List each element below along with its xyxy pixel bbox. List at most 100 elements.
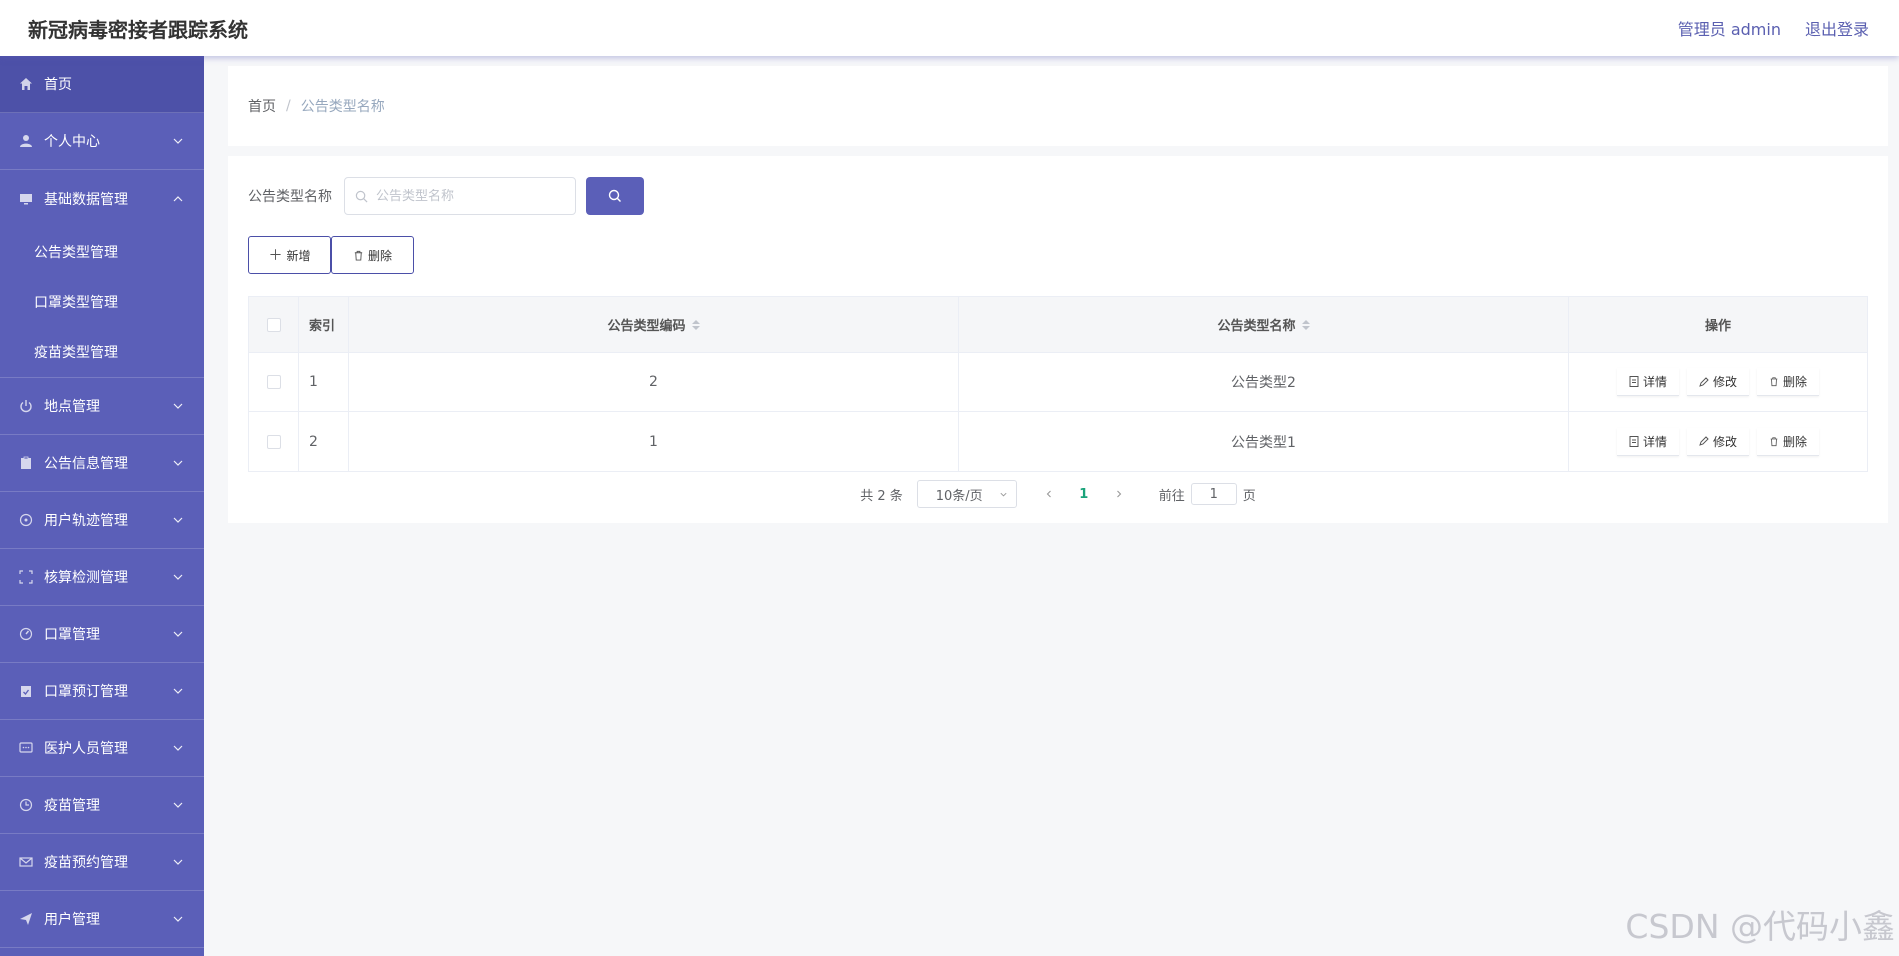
toolbar: ＋ 新增 删除 [248, 236, 414, 274]
sidebar-item-label: 口罩预订管理 [44, 684, 128, 700]
chevron-down-icon [173, 403, 183, 409]
next-page-button[interactable] [1105, 480, 1133, 508]
header-cell-select [249, 297, 299, 352]
delete-button-label: 删除 [367, 248, 392, 263]
sidebar-item-label: 个人中心 [44, 134, 100, 150]
select-all-checkbox[interactable] [266, 317, 281, 332]
trash-icon [1770, 377, 1778, 387]
header-label: 公告类型名称 [1217, 319, 1296, 334]
sidebar-subitem-mask-type[interactable]: 口罩类型管理 [0, 277, 204, 327]
sidebar-item-vaccine[interactable]: 疫苗管理 [0, 777, 204, 834]
clipboard-check-icon [18, 683, 34, 699]
chevron-down-icon [173, 859, 183, 865]
monitor-icon [18, 191, 34, 207]
cell-code: 1 [349, 412, 959, 471]
delete-button[interactable]: 删除 [1757, 368, 1820, 396]
breadcrumb-separator: / [286, 98, 291, 114]
edit-icon [1699, 376, 1709, 387]
breadcrumb-home[interactable]: 首页 [248, 96, 276, 116]
delete-button[interactable]: 删除 [1757, 427, 1820, 456]
cell-ops: 详情 修改 删除 [1569, 412, 1867, 471]
chevron-down-icon [173, 802, 183, 808]
trash-icon [1770, 436, 1778, 446]
paper-plane-icon [18, 911, 34, 927]
chevron-down-icon [173, 517, 183, 523]
header-cell-name[interactable]: 公告类型名称 [959, 297, 1569, 352]
search-form: 公告类型名称 [248, 176, 644, 216]
sidebar-item-label: 首页 [44, 77, 72, 93]
logout-link[interactable]: 退出登录 [1805, 16, 1869, 40]
page-number-current[interactable]: 1 [1069, 487, 1099, 502]
sidebar: 首页 个人中心 基础数据管理 公告类型管理 口罩类型管理 疫苗类型管理 地点管理… [0, 56, 204, 956]
add-button[interactable]: ＋ 新增 [248, 236, 331, 274]
search-label: 公告类型名称 [248, 189, 332, 205]
header-cell-code[interactable]: 公告类型编码 [349, 297, 959, 352]
sidebar-item-basic-data[interactable]: 基础数据管理 [0, 170, 204, 227]
chevron-right-icon [1116, 490, 1122, 498]
breadcrumb-current: 公告类型名称 [300, 99, 385, 115]
chevron-down-icon [173, 574, 183, 580]
home-icon [18, 76, 34, 92]
sidebar-item-label: 医护人员管理 [44, 741, 128, 757]
sidebar-item-users[interactable]: 用户管理 [0, 891, 204, 948]
cell-index: 2 [299, 412, 349, 471]
edit-label: 修改 [1712, 434, 1737, 449]
sidebar-item-location[interactable]: 地点管理 [0, 378, 204, 435]
sidebar-item-test[interactable]: 核算检测管理 [0, 549, 204, 606]
search-input[interactable] [376, 188, 566, 204]
sidebar-item-profile[interactable]: 个人中心 [0, 113, 204, 170]
detail-button[interactable]: 详情 [1616, 427, 1679, 456]
row-checkbox[interactable] [266, 375, 281, 389]
edit-button[interactable]: 修改 [1686, 427, 1749, 456]
sidebar-item-home[interactable]: 首页 [0, 56, 204, 113]
delete-label: 删除 [1783, 434, 1808, 449]
sidebar-item-label: 公告信息管理 [44, 456, 128, 472]
cell-select [249, 412, 299, 471]
goto-page-input[interactable] [1190, 483, 1237, 505]
fullscreen-icon [18, 569, 34, 585]
sidebar-subitem-notice-type[interactable]: 公告类型管理 [0, 227, 204, 277]
content-panel: 公告类型名称 ＋ 新增 删除 索引 公告类型编码 公告类型名称 [228, 156, 1888, 523]
chevron-down-icon [173, 916, 183, 922]
sidebar-item-mask-order[interactable]: 口罩预订管理 [0, 663, 204, 720]
sidebar-item-medical-staff[interactable]: 医护人员管理 [0, 720, 204, 777]
sidebar-item-mask[interactable]: 口罩管理 [0, 606, 204, 663]
user-icon [18, 133, 34, 149]
cell-select [249, 353, 299, 411]
page-size-select[interactable]: 10条/页 [916, 480, 1017, 508]
search-field-wrapper [344, 177, 576, 215]
add-button-label: 新增 [286, 248, 311, 263]
search-button[interactable] [586, 177, 644, 215]
prev-page-button[interactable] [1035, 480, 1063, 508]
table-row: 1 2 公告类型2 详情 修改 删除 [249, 353, 1867, 412]
chevron-down-icon [1000, 492, 1007, 497]
chevron-up-icon [173, 195, 183, 201]
delete-label: 删除 [1783, 375, 1808, 389]
detail-label: 详情 [1642, 434, 1667, 449]
clock-icon [18, 797, 34, 813]
gauge-icon [18, 626, 34, 642]
sidebar-item-user-trace[interactable]: 用户轨迹管理 [0, 492, 204, 549]
sidebar-item-notice[interactable]: 公告信息管理 [0, 435, 204, 492]
sort-icon[interactable] [1301, 319, 1310, 330]
sidebar-item-vaccine-booking[interactable]: 疫苗预约管理 [0, 834, 204, 891]
sidebar-item-label: 用户轨迹管理 [44, 513, 128, 529]
sort-icon[interactable] [691, 319, 700, 330]
watermark: CSDN @代码小鑫 [1625, 907, 1895, 946]
header-actions: 管理员 admin 退出登录 [1678, 16, 1869, 40]
cell-ops: 详情 修改 删除 [1569, 353, 1867, 411]
sidebar-subitem-vaccine-type[interactable]: 疫苗类型管理 [0, 327, 204, 377]
chevron-left-icon [1046, 490, 1051, 498]
cell-name: 公告类型1 [959, 412, 1569, 471]
cell-index: 1 [299, 353, 349, 411]
row-checkbox[interactable] [266, 434, 281, 449]
edit-button[interactable]: 修改 [1686, 368, 1749, 396]
pagination-total: 共 2 条 [860, 488, 903, 504]
search-icon [355, 190, 368, 202]
current-user[interactable]: 管理员 admin [1678, 16, 1781, 40]
batch-delete-button[interactable]: 删除 [331, 236, 414, 274]
trash-icon [354, 250, 363, 261]
clipboard-icon [18, 455, 34, 471]
detail-button[interactable]: 详情 [1616, 368, 1679, 396]
page-size-value: 10条/页 [935, 488, 983, 504]
